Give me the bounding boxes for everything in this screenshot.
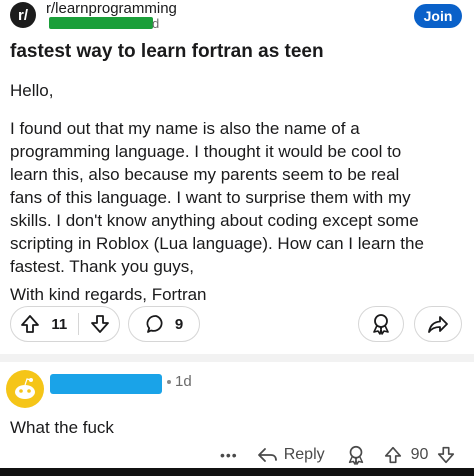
join-button[interactable]: Join	[414, 4, 462, 28]
reply-button[interactable]: Reply	[256, 445, 325, 465]
comments-button[interactable]: 9	[128, 306, 200, 342]
post-body-line: skills. I don't know anything about codi…	[10, 211, 419, 230]
comment-age: 1d	[175, 373, 192, 390]
post-body-line: scripting in Roblox (Lua language). How …	[10, 234, 424, 253]
comment-footer: ••• Reply 90	[220, 441, 456, 469]
comment-score: 90	[410, 446, 429, 463]
share-icon	[426, 312, 450, 336]
redacted-author	[49, 17, 153, 29]
more-options-button[interactable]: •••	[220, 447, 238, 463]
upvote-icon[interactable]	[19, 313, 41, 335]
vote-divider	[77, 313, 79, 335]
award-icon	[369, 312, 393, 336]
post-body-line: programming language. I thought it would…	[10, 142, 402, 161]
avatar[interactable]	[6, 370, 44, 408]
snoo-icon	[15, 378, 35, 399]
award-icon	[348, 445, 363, 465]
post-body-line: learn this, also because my parents seem…	[10, 165, 400, 184]
post-body-line: I found out that my name is also the nam…	[10, 119, 360, 138]
comment-body: What the fuck	[10, 418, 114, 437]
redacted-commenter	[50, 374, 162, 394]
reply-arrow-icon	[257, 448, 277, 462]
section-divider	[0, 354, 474, 362]
comment-award-button[interactable]	[345, 444, 367, 466]
subreddit-icon[interactable]: r/	[10, 2, 36, 28]
post-title[interactable]: fastest way to learn fortran as teen	[10, 41, 324, 63]
share-button[interactable]	[414, 306, 462, 342]
subreddit-name[interactable]: r/learnprogramming	[46, 0, 177, 17]
vote-pill: 11	[10, 306, 120, 342]
downvote-icon[interactable]	[89, 313, 111, 335]
reply-label: Reply	[283, 446, 325, 463]
author-fragment: d	[152, 16, 160, 31]
award-button[interactable]	[358, 306, 404, 342]
post-score: 11	[51, 315, 68, 333]
post-greeting: Hello,	[10, 81, 54, 100]
comment-upvote-icon[interactable]	[383, 445, 403, 465]
post-body-line: fans of this language. I want to surpris…	[10, 188, 411, 207]
comment-bubble-icon	[145, 313, 167, 335]
subreddit-icon-letter: r/	[17, 6, 28, 24]
post-action-bar: 11 9	[10, 306, 200, 342]
post-body: I found out that my name is also the nam…	[10, 117, 470, 278]
comment-downvote-icon[interactable]	[436, 445, 456, 465]
post-signoff: With kind regards, Fortran	[10, 285, 207, 304]
meta-separator-dot	[167, 380, 171, 384]
comment-count: 9	[174, 315, 184, 333]
post-body-line: fastest. Thank you guys,	[10, 257, 194, 276]
bottom-edge-bar	[0, 468, 474, 476]
